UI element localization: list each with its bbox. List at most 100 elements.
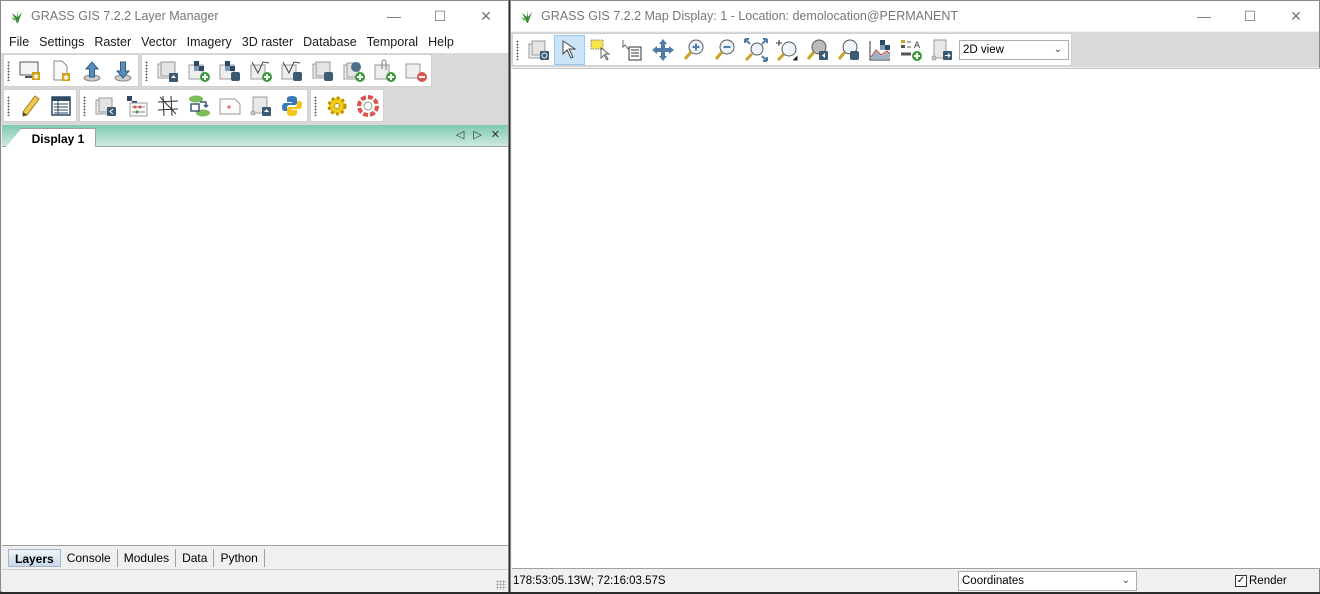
add-vector-button[interactable] (245, 56, 276, 86)
save-export-button[interactable] (926, 35, 957, 65)
window-title: GRASS GIS 7.2.2 Map Display: 1 - Locatio… (541, 9, 959, 23)
tab-layers[interactable]: Layers (8, 548, 61, 567)
cartographic-composer-button[interactable] (152, 91, 183, 121)
resize-grip[interactable] (496, 580, 506, 590)
toolbar-grip[interactable] (314, 96, 317, 116)
tab-data[interactable]: Data (176, 548, 215, 567)
zoom-region-icon (775, 39, 797, 61)
new-display-button[interactable]: ✱ (14, 56, 45, 86)
new-workspace-button[interactable]: ✱ (45, 56, 76, 86)
tab-console[interactable]: Console (61, 548, 118, 567)
zoom-menu-button[interactable] (833, 35, 864, 65)
attribute-table-button[interactable] (45, 91, 76, 121)
psmap-button[interactable] (214, 91, 245, 121)
svg-text:✱: ✱ (33, 73, 39, 81)
zoom-in-button[interactable] (678, 35, 709, 65)
zoom-extent-button[interactable] (740, 35, 771, 65)
statusbar-mode-select[interactable]: Coordinates ⌄ (958, 571, 1137, 591)
menu-settings[interactable]: Settings (34, 35, 89, 49)
checkbox-box[interactable]: ✓ (1235, 575, 1247, 587)
add-raster-misc-button[interactable] (214, 56, 245, 86)
query-icon (622, 39, 641, 60)
menu-file[interactable]: File (4, 35, 34, 49)
maximize-button[interactable]: ☐ (417, 1, 463, 31)
remove-layer-button[interactable] (400, 56, 431, 86)
toolbar-grip[interactable] (7, 61, 10, 81)
maximize-button[interactable]: ☐ (1227, 1, 1273, 31)
zoom-back-button[interactable] (802, 35, 833, 65)
tab-python[interactable]: Python (214, 548, 265, 567)
save-workspace-button[interactable] (107, 56, 138, 86)
menu-vector[interactable]: Vector (136, 35, 181, 49)
georectify-button[interactable] (90, 91, 121, 121)
bottom-tabs: Layers Console Modules Data Python (2, 545, 508, 569)
zoom-in-icon (683, 39, 703, 60)
toolbar-row-2 (3, 89, 386, 122)
menu-help[interactable]: Help (423, 35, 459, 49)
add-web-service-button[interactable] (338, 56, 369, 86)
add-vector-misc-button[interactable] (276, 56, 307, 86)
python-shell-button[interactable] (276, 91, 307, 121)
zoom-region-button[interactable] (771, 35, 802, 65)
menu-temporal[interactable]: Temporal (362, 35, 423, 49)
analyze-chart-icon (869, 39, 890, 60)
minimize-button[interactable]: — (371, 1, 417, 31)
toolbar-grip[interactable] (145, 61, 148, 81)
menu-database[interactable]: Database (298, 35, 362, 49)
pointer-button[interactable] (554, 34, 585, 65)
render-checkbox[interactable]: ✓ Render (1235, 575, 1287, 587)
minimize-button[interactable]: — (1181, 1, 1227, 31)
menu-raster[interactable]: Raster (89, 35, 136, 49)
layer-manager-statusbar (2, 569, 508, 592)
map-canvas[interactable] (512, 68, 1320, 569)
close-tab-icon[interactable]: ✕ (491, 128, 500, 141)
graphical-modeler-button[interactable] (183, 91, 214, 121)
query-button[interactable] (616, 35, 647, 65)
tab-display-1[interactable]: Display 1 (5, 128, 96, 148)
edit-vector-button[interactable] (14, 91, 45, 121)
zoom-out-button[interactable] (709, 35, 740, 65)
georectify-icon (95, 97, 116, 116)
upload-arrow-icon (83, 60, 100, 81)
view-mode-select[interactable]: 2D view ⌄ (959, 39, 1069, 60)
raster-calculator-button[interactable] (121, 91, 152, 121)
add-map-elements-button[interactable] (523, 35, 554, 65)
pencil-icon (22, 94, 40, 117)
help-button[interactable] (352, 91, 383, 121)
add-group-button[interactable] (369, 56, 400, 86)
analyze-button[interactable] (864, 35, 895, 65)
next-tab-icon[interactable]: ▷ (473, 128, 481, 141)
toolbar-grip[interactable] (516, 40, 519, 60)
add-overlay-button[interactable] (307, 56, 338, 86)
menu-3d-raster[interactable]: 3D raster (237, 35, 298, 49)
table-icon (50, 95, 71, 116)
add-group-icon (374, 59, 396, 82)
settings-button[interactable] (321, 91, 352, 121)
toolbar-grip[interactable] (7, 96, 10, 116)
pan-button[interactable] (647, 35, 678, 65)
layer-tree[interactable] (2, 147, 508, 545)
menu-imagery[interactable]: Imagery (182, 35, 237, 49)
add-vector-misc-icon (281, 60, 302, 81)
add-raster-button[interactable] (183, 56, 214, 86)
toolbar-group-workspace: ✱ ✱ (3, 54, 139, 87)
view-mode-value: 2D view (963, 43, 1004, 56)
map-display-titlebar: GRASS GIS 7.2.2 Map Display: 1 - Locatio… (511, 1, 1319, 31)
close-button[interactable]: ✕ (1273, 1, 1319, 31)
script-launcher-button[interactable] (245, 91, 276, 121)
map-toolbar-group: A 2D view ⌄ (512, 33, 1072, 66)
python-logo-icon (281, 95, 302, 116)
map-legend-icon: A (900, 39, 922, 61)
save-export-icon (931, 39, 952, 60)
prev-tab-icon[interactable]: ◁ (456, 128, 464, 141)
coordinates-readout: 178:53:05.13W; 72:16:03.57S (513, 575, 666, 587)
tab-modules[interactable]: Modules (118, 548, 177, 567)
toolbar-grip[interactable] (83, 96, 86, 116)
remove-layer-icon (405, 63, 427, 82)
raster-calculator-icon (126, 95, 147, 116)
load-workspace-button[interactable] (76, 56, 107, 86)
select-button[interactable] (585, 35, 616, 65)
close-button[interactable]: ✕ (463, 1, 509, 31)
map-elements-button[interactable]: A (895, 35, 926, 65)
import-raster-button[interactable] (152, 56, 183, 86)
